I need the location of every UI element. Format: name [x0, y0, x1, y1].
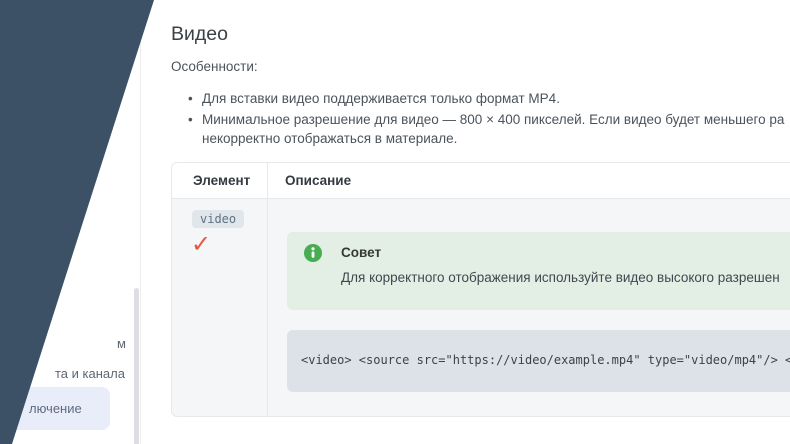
- table-header-row: Элемент Описание: [172, 163, 790, 199]
- table-row: video ✓ Совет Для корректного отображени…: [172, 199, 790, 416]
- features-list: Для вставки видео поддерживается только …: [188, 89, 784, 148]
- column-header-description: Описание: [285, 173, 351, 188]
- sidebar-item-active-label: лючение: [29, 401, 82, 416]
- tip-callout: Совет Для корректного отображения исполь…: [287, 232, 790, 310]
- checkmark-icon: ✓: [191, 230, 211, 258]
- bullet-text-line2: некорректно отображаться в материале.: [202, 131, 457, 146]
- bullet-text: Для вставки видео поддерживается только …: [202, 91, 560, 106]
- sidebar-item-active[interactable]: лючение: [6, 387, 110, 430]
- list-item: Минимальное разрешение для видео — 800 ×…: [188, 110, 784, 148]
- docs-page: м та и канала лючение Видео Особенности:…: [0, 0, 790, 444]
- element-tag-badge: video: [192, 210, 244, 228]
- sidebar-divider: [140, 0, 141, 444]
- list-item: Для вставки видео поддерживается только …: [188, 89, 784, 108]
- bullet-text-line1: Минимальное разрешение для видео — 800 ×…: [202, 112, 784, 127]
- column-header-element: Элемент: [193, 173, 250, 188]
- features-label: Особенности:: [171, 59, 258, 74]
- sidebar-item-fragment-1[interactable]: м: [117, 336, 126, 351]
- sidebar-item-fragment-2[interactable]: та и канала: [55, 366, 125, 381]
- code-text: <video> <source src="https://video/examp…: [301, 353, 790, 367]
- code-block: <video> <source src="https://video/examp…: [287, 330, 790, 392]
- tip-text: Для корректного отображения используйте …: [341, 270, 780, 285]
- info-icon: [304, 244, 322, 262]
- elements-table: Элемент Описание video ✓ Совет Для корре…: [171, 162, 790, 417]
- sidebar-scrollbar[interactable]: [134, 288, 139, 444]
- page-title: Видео: [171, 23, 228, 46]
- tip-title: Совет: [341, 245, 381, 260]
